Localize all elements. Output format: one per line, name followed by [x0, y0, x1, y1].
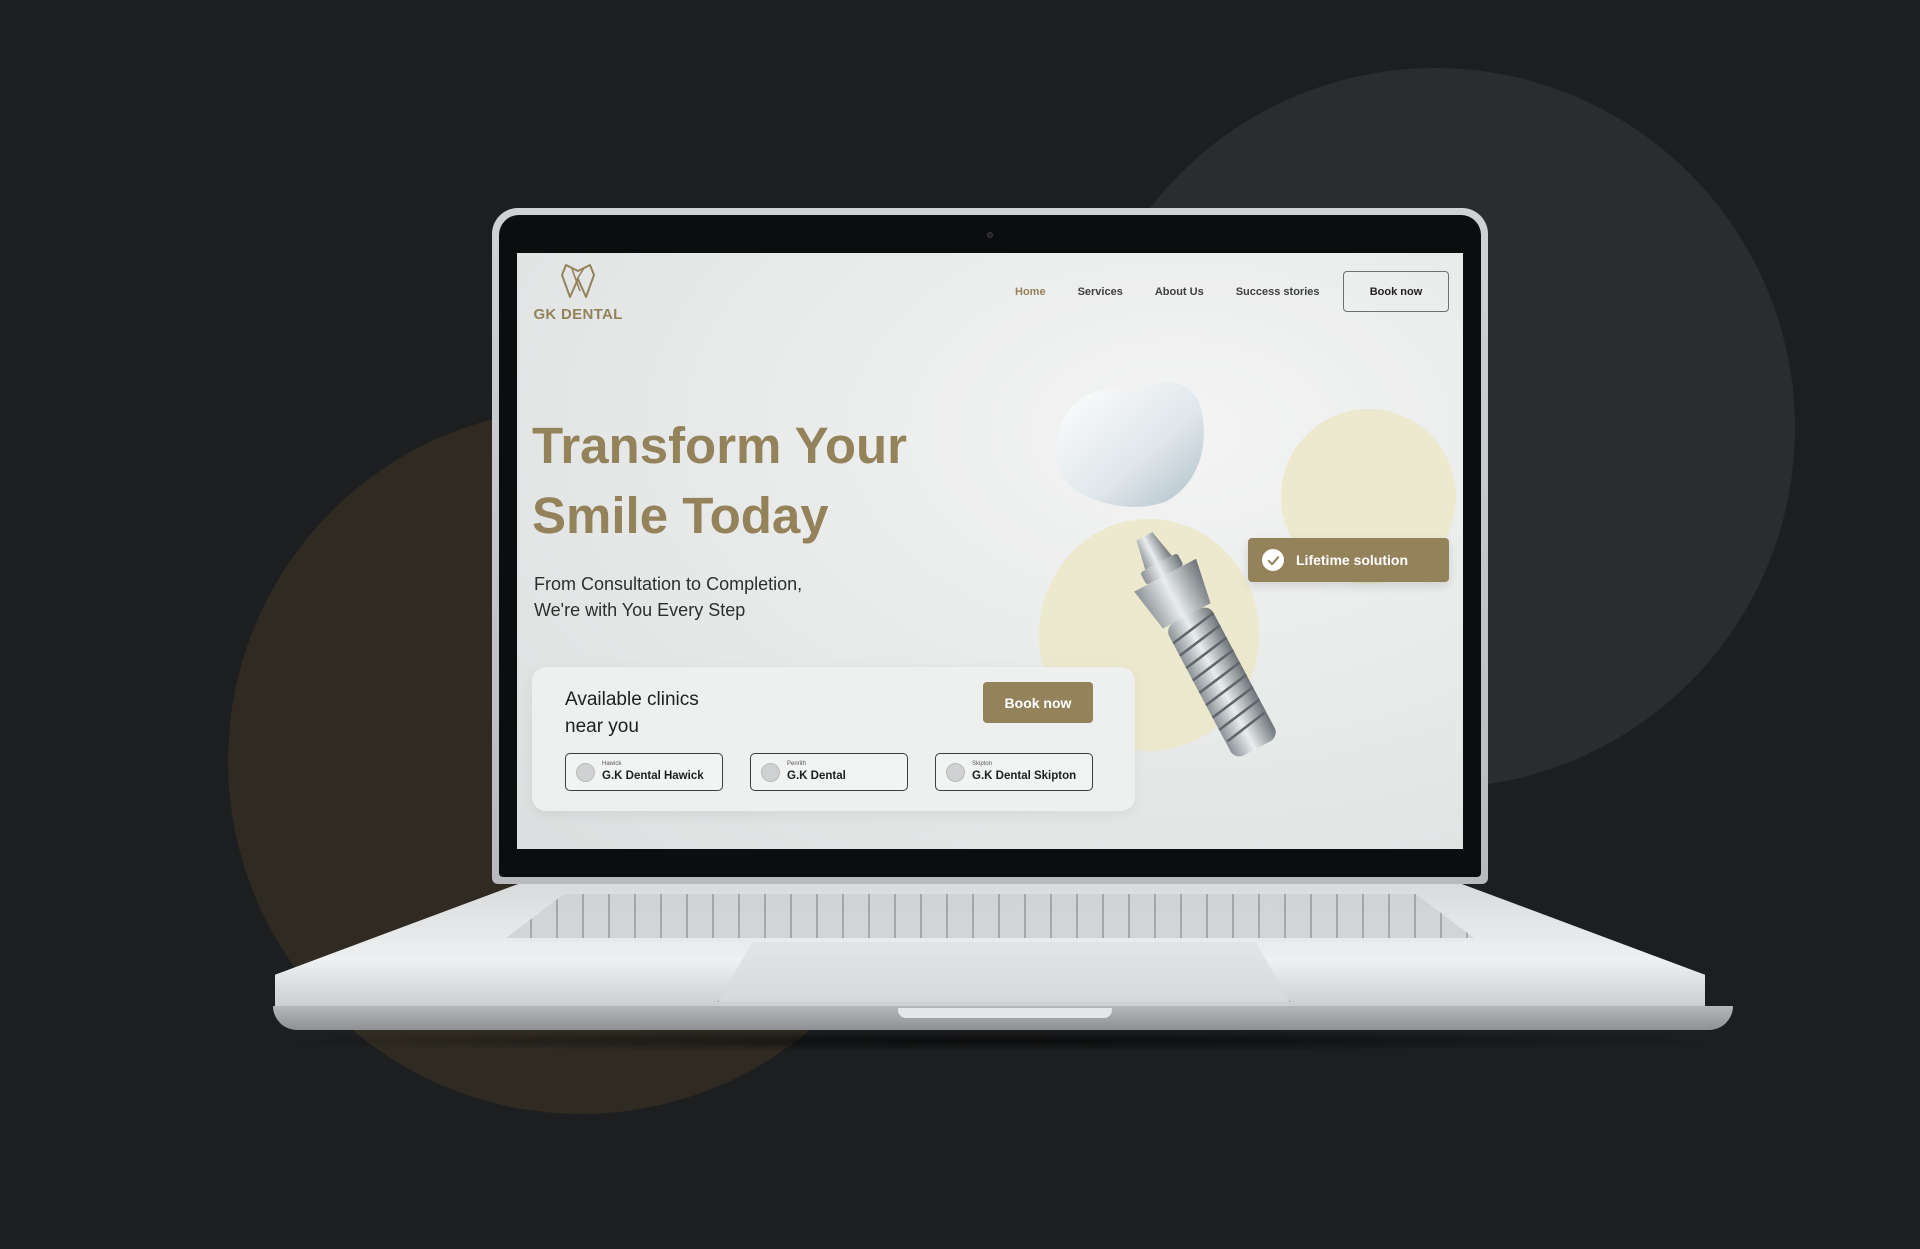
- hero-title-line-2: Smile Today: [532, 487, 829, 544]
- hero-title-line-1: Transform Your: [532, 417, 908, 474]
- header-book-now-button[interactable]: Book now: [1343, 271, 1449, 312]
- clinics-title: Available clinics near you: [565, 686, 745, 740]
- clinic-location: Penrith: [787, 761, 807, 767]
- clinics-book-now-button[interactable]: Book now: [983, 682, 1093, 723]
- clinics-card: Available clinics near you Book now Hawi…: [532, 667, 1135, 811]
- laptop-shadow: [250, 1030, 1750, 1052]
- lifetime-solution-badge: Lifetime solution: [1248, 538, 1449, 582]
- nav-item-success-stories[interactable]: Success stories: [1236, 286, 1320, 298]
- nav-item-services[interactable]: Services: [1078, 286, 1123, 298]
- clinic-chip-skipton[interactable]: Skipton G.K Dental Skipton: [935, 753, 1093, 791]
- nav-item-about-us[interactable]: About Us: [1155, 286, 1204, 298]
- hero-subtitle-line-1: From Consultation to Completion,: [534, 574, 803, 594]
- clinics-title-line-1: Available clinics: [565, 689, 699, 710]
- hero-subtitle: From Consultation to Completion, We're w…: [534, 571, 874, 623]
- clinic-chip-penrith[interactable]: Penrith G.K Dental: [750, 753, 908, 791]
- clinics-title-line-2: near you: [565, 716, 639, 737]
- laptop-notch: [898, 1008, 1112, 1018]
- clinic-name: G.K Dental: [787, 770, 846, 782]
- location-pin-icon: [761, 763, 780, 782]
- nav-item-home[interactable]: Home: [1015, 286, 1046, 298]
- tooth-logo-icon: [561, 264, 595, 298]
- location-pin-icon: [576, 763, 595, 782]
- laptop-keyboard: [506, 894, 1474, 938]
- hero-title: Transform Your Smile Today: [532, 411, 962, 551]
- check-icon: [1262, 549, 1284, 571]
- clinic-chip-hawick[interactable]: Hawick G.K Dental Hawick: [565, 753, 723, 791]
- location-pin-icon: [946, 763, 965, 782]
- logo[interactable]: GK DENTAL: [532, 261, 624, 323]
- main-nav: Home Services About Us Success stories: [1015, 286, 1352, 298]
- clinic-location: Skipton: [972, 761, 993, 767]
- brand-name: GK DENTAL: [533, 306, 623, 323]
- camera-icon: [987, 232, 993, 238]
- clinic-location: Hawick: [602, 761, 622, 767]
- clinic-name: G.K Dental Skipton: [972, 770, 1077, 782]
- laptop-trackpad: [718, 942, 1290, 1002]
- hero-subtitle-line-2: We're with You Every Step: [534, 600, 746, 620]
- laptop-bezel: GK DENTAL Home Services About Us Success…: [499, 215, 1481, 877]
- laptop-lid: GK DENTAL Home Services About Us Success…: [492, 208, 1488, 884]
- clinic-name: G.K Dental Hawick: [602, 770, 704, 782]
- website-screen: GK DENTAL Home Services About Us Success…: [517, 253, 1463, 849]
- badge-label: Lifetime solution: [1296, 552, 1408, 568]
